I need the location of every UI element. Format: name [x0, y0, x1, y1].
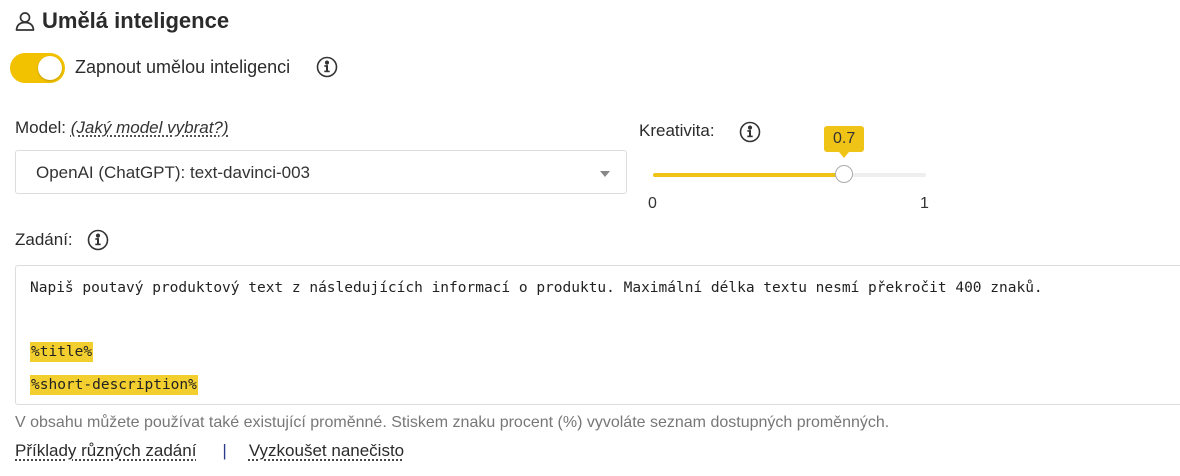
toggle-knob	[38, 56, 62, 80]
ai-toggle-label: Zapnout umělou inteligenci	[75, 57, 291, 77]
prompt-info-icon[interactable]	[87, 229, 109, 251]
creativity-info-icon[interactable]	[739, 121, 761, 143]
model-label-text: Model:	[15, 118, 67, 137]
prompt-variable-title: %title%	[30, 342, 94, 362]
model-select-value: OpenAI (ChatGPT): text-davinci-003	[36, 163, 311, 182]
prompt-label-text: Zadání:	[15, 230, 73, 249]
slider-thumb[interactable]	[835, 165, 854, 183]
slider-value-tooltip: 0.7	[824, 126, 865, 158]
slider-fill	[653, 173, 845, 177]
user-icon	[15, 12, 35, 31]
slider-min-label: 0	[648, 195, 657, 212]
footer-separator: |	[222, 441, 227, 460]
ai-toggle[interactable]	[10, 53, 65, 83]
prompt-footer-links: Příklady různých zadání | Vyzkoušet nane…	[15, 441, 404, 461]
prompt-hint: V obsahu můžete používat také existující…	[15, 414, 890, 431]
info-icon[interactable]	[316, 56, 338, 78]
model-select[interactable]: OpenAI (ChatGPT): text-davinci-003	[15, 150, 627, 194]
chevron-down-icon	[600, 171, 610, 177]
model-label: Model: (Jaký model vybrat?)	[15, 118, 229, 138]
prompt-editor[interactable]: Napiš poutavý produktový text z následuj…	[15, 265, 1180, 405]
prompt-variable-short-description: %short-description%	[30, 375, 198, 395]
test-run-link[interactable]: Vyzkoušet nanečisto	[249, 441, 404, 461]
prompt-label: Zadání:	[15, 229, 109, 251]
creativity-slider[interactable]: 0.7	[653, 126, 926, 190]
creativity-label: Kreativita:	[639, 121, 715, 140]
examples-link[interactable]: Příklady různých zadání	[15, 441, 196, 461]
model-help-link[interactable]: (Jaký model vybrat?)	[71, 118, 229, 137]
prompt-text: Napiš poutavý produktový text z následuj…	[30, 280, 1043, 296]
section-header: Umělá inteligence	[14, 8, 229, 34]
slider-max-label: 1	[920, 195, 929, 212]
section-title: Umělá inteligence	[42, 8, 230, 33]
